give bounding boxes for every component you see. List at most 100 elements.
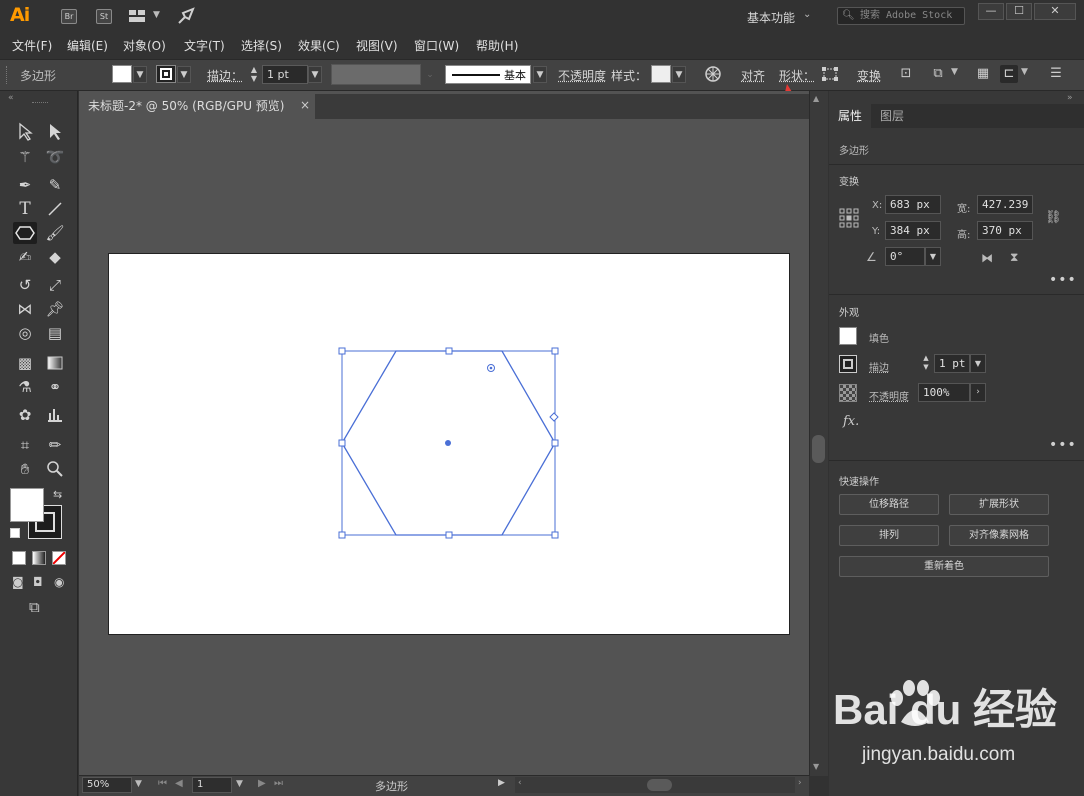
artboard-tool-icon[interactable]: ⌗ (13, 434, 37, 456)
menu-view[interactable]: 视图(V) (356, 37, 398, 54)
stroke-dropdown[interactable]: ▼ (177, 66, 191, 83)
brush-dropdown[interactable]: ▼ (533, 66, 547, 83)
y-input[interactable]: 384 px (885, 221, 941, 240)
rotate-tool-icon[interactable]: ↺ (13, 274, 37, 296)
panel-menu-icon[interactable]: ☰ (1047, 65, 1065, 83)
screen-mode-icon[interactable]: ⧉ (29, 598, 40, 616)
line-tool-icon[interactable] (43, 198, 67, 220)
chevron-down-icon[interactable]: ▼ (1021, 67, 1028, 77)
color-mode-icon[interactable] (12, 551, 26, 565)
grip-handle[interactable] (32, 102, 48, 105)
width-tool-icon[interactable]: ⋈ (13, 298, 37, 320)
eyedropper-tool-icon[interactable]: ⚗ (13, 376, 37, 398)
stroke-weight-dropdown[interactable]: ▼ (308, 66, 322, 83)
document-tab[interactable]: 未标题-2* @ 50% (RGB/GPU 预览) (79, 94, 315, 119)
shaper-tool-icon[interactable]: ✍ (13, 246, 37, 268)
bounding-box-icon[interactable] (821, 65, 839, 83)
stroke-swatch[interactable] (156, 65, 176, 83)
rotate-angle-input[interactable]: 0° (885, 247, 925, 266)
stroke-weight-input[interactable]: 1 pt (934, 354, 970, 373)
menu-file[interactable]: 文件(F) (12, 37, 52, 54)
opacity-input[interactable]: 100% (918, 383, 970, 402)
workspace-switcher[interactable]: 基本功能 (747, 9, 795, 26)
draw-inside-icon[interactable]: ◉ (54, 575, 64, 589)
transform-each-icon[interactable]: ⊡ (897, 65, 915, 83)
fill-swatch[interactable] (112, 65, 132, 83)
zoom-tool-icon[interactable] (43, 458, 67, 480)
grip-handle[interactable] (6, 66, 9, 84)
column-graph-tool-icon[interactable] (43, 404, 67, 426)
swap-fill-stroke-icon[interactable]: ⇆ (53, 488, 62, 501)
offset-path-button[interactable]: 位移路径 (839, 494, 939, 515)
zoom-level-input[interactable]: 50% (82, 777, 132, 793)
first-artboard-icon[interactable]: ⏮ (158, 778, 167, 789)
stroke-swatch[interactable] (839, 355, 857, 373)
stroke-stepper[interactable]: ▲ ▼ (248, 65, 260, 84)
expand-shape-button[interactable]: 扩展形状 (949, 494, 1049, 515)
horizontal-scroll-thumb[interactable] (647, 779, 672, 791)
minimize-button[interactable]: — (978, 3, 1004, 20)
menu-edit[interactable]: 编辑(E) (67, 37, 108, 54)
hand-tool-icon[interactable]: ✋︎ (13, 458, 37, 480)
more-options-icon[interactable]: ••• (1049, 272, 1077, 288)
graphic-style-dropdown[interactable]: ▼ (672, 66, 686, 83)
arrange-button[interactable]: 排列 (839, 525, 939, 546)
chevron-down-icon[interactable]: ▼ (135, 779, 142, 789)
slice-tool-icon[interactable]: ✏ (43, 434, 67, 456)
stroke-stepper[interactable]: ▲ ▼ (920, 354, 932, 373)
close-tab-icon[interactable]: × (300, 98, 310, 112)
reference-point-icon[interactable] (839, 208, 859, 228)
chevron-down-icon[interactable]: ▼ (153, 10, 160, 20)
mesh-tool-icon[interactable]: ▩ (13, 352, 37, 374)
status-menu-icon[interactable]: ▶ (498, 778, 505, 788)
stroke-label[interactable]: 描边 (869, 359, 889, 374)
lasso-tool-icon[interactable]: ➰ (43, 146, 67, 168)
recolor-button[interactable]: 重新着色 (839, 556, 1049, 577)
chevron-down-icon[interactable]: ▼ (951, 67, 958, 77)
fill-color-box[interactable] (10, 488, 44, 522)
scroll-down-icon[interactable]: ▼ (813, 762, 819, 771)
gpu-performance-icon[interactable] (177, 7, 197, 25)
align-link[interactable]: 对齐 (741, 67, 765, 84)
pen-tool-icon[interactable]: ✒ (13, 174, 37, 196)
collapse-icon[interactable]: « (8, 93, 14, 103)
maximize-button[interactable]: ☐ (1006, 3, 1032, 20)
stock-icon[interactable]: St (96, 9, 112, 24)
shape-builder-tool-icon[interactable]: ◎ (13, 322, 37, 344)
arrange-documents-icon[interactable] (128, 9, 146, 23)
align-pixel-grid-button[interactable]: 对齐像素网格 (949, 525, 1049, 546)
variable-width-profile[interactable] (331, 64, 421, 85)
isolate-icon[interactable]: ⧉ (929, 65, 947, 83)
last-artboard-icon[interactable]: ⏭ (274, 778, 283, 789)
chevron-down-icon[interactable]: ▼ (236, 779, 243, 789)
puppet-grid-icon[interactable]: ▦ (974, 65, 992, 83)
height-input[interactable]: 370 px (977, 221, 1033, 240)
eraser-tool-icon[interactable]: ◆ (43, 246, 67, 268)
artboard-number-input[interactable]: 1 (192, 777, 232, 793)
recolor-icon[interactable] (704, 65, 722, 83)
transform-link[interactable]: 变换 (857, 67, 881, 84)
close-button[interactable]: ✕ (1034, 3, 1076, 20)
fill-swatch[interactable] (839, 327, 857, 345)
vertical-scrollbar[interactable] (809, 91, 828, 776)
x-input[interactable]: 683 px (885, 195, 941, 214)
align-panel-icon[interactable]: ⊏ (1000, 65, 1018, 83)
flip-horizontal-icon[interactable]: ⧓ (981, 251, 993, 265)
draw-behind-icon[interactable]: ◘ (33, 575, 43, 589)
opacity-arrow[interactable]: › (970, 383, 986, 402)
menu-object[interactable]: 对象(O) (123, 37, 166, 54)
none-mode-icon[interactable] (52, 551, 66, 565)
paintbrush-tool-icon[interactable]: 🖌︎ (43, 222, 67, 244)
puppet-warp-tool-icon[interactable]: 📌︎ (43, 298, 67, 320)
draw-normal-icon[interactable]: ◙ (12, 575, 24, 589)
tab-properties[interactable]: 属性 (829, 104, 872, 128)
curvature-tool-icon[interactable]: ✎ (43, 174, 67, 196)
scroll-left-icon[interactable]: ‹ (518, 778, 522, 788)
gradient-mode-icon[interactable] (32, 551, 46, 565)
opacity-label[interactable]: 不透明度 (869, 388, 909, 403)
polygon-tool-icon[interactable] (13, 222, 37, 244)
menu-help[interactable]: 帮助(H) (476, 37, 518, 54)
symbol-sprayer-tool-icon[interactable]: ✿ (13, 404, 37, 426)
graphic-style-swatch[interactable] (651, 65, 671, 83)
menu-type[interactable]: 文字(T) (184, 37, 225, 54)
